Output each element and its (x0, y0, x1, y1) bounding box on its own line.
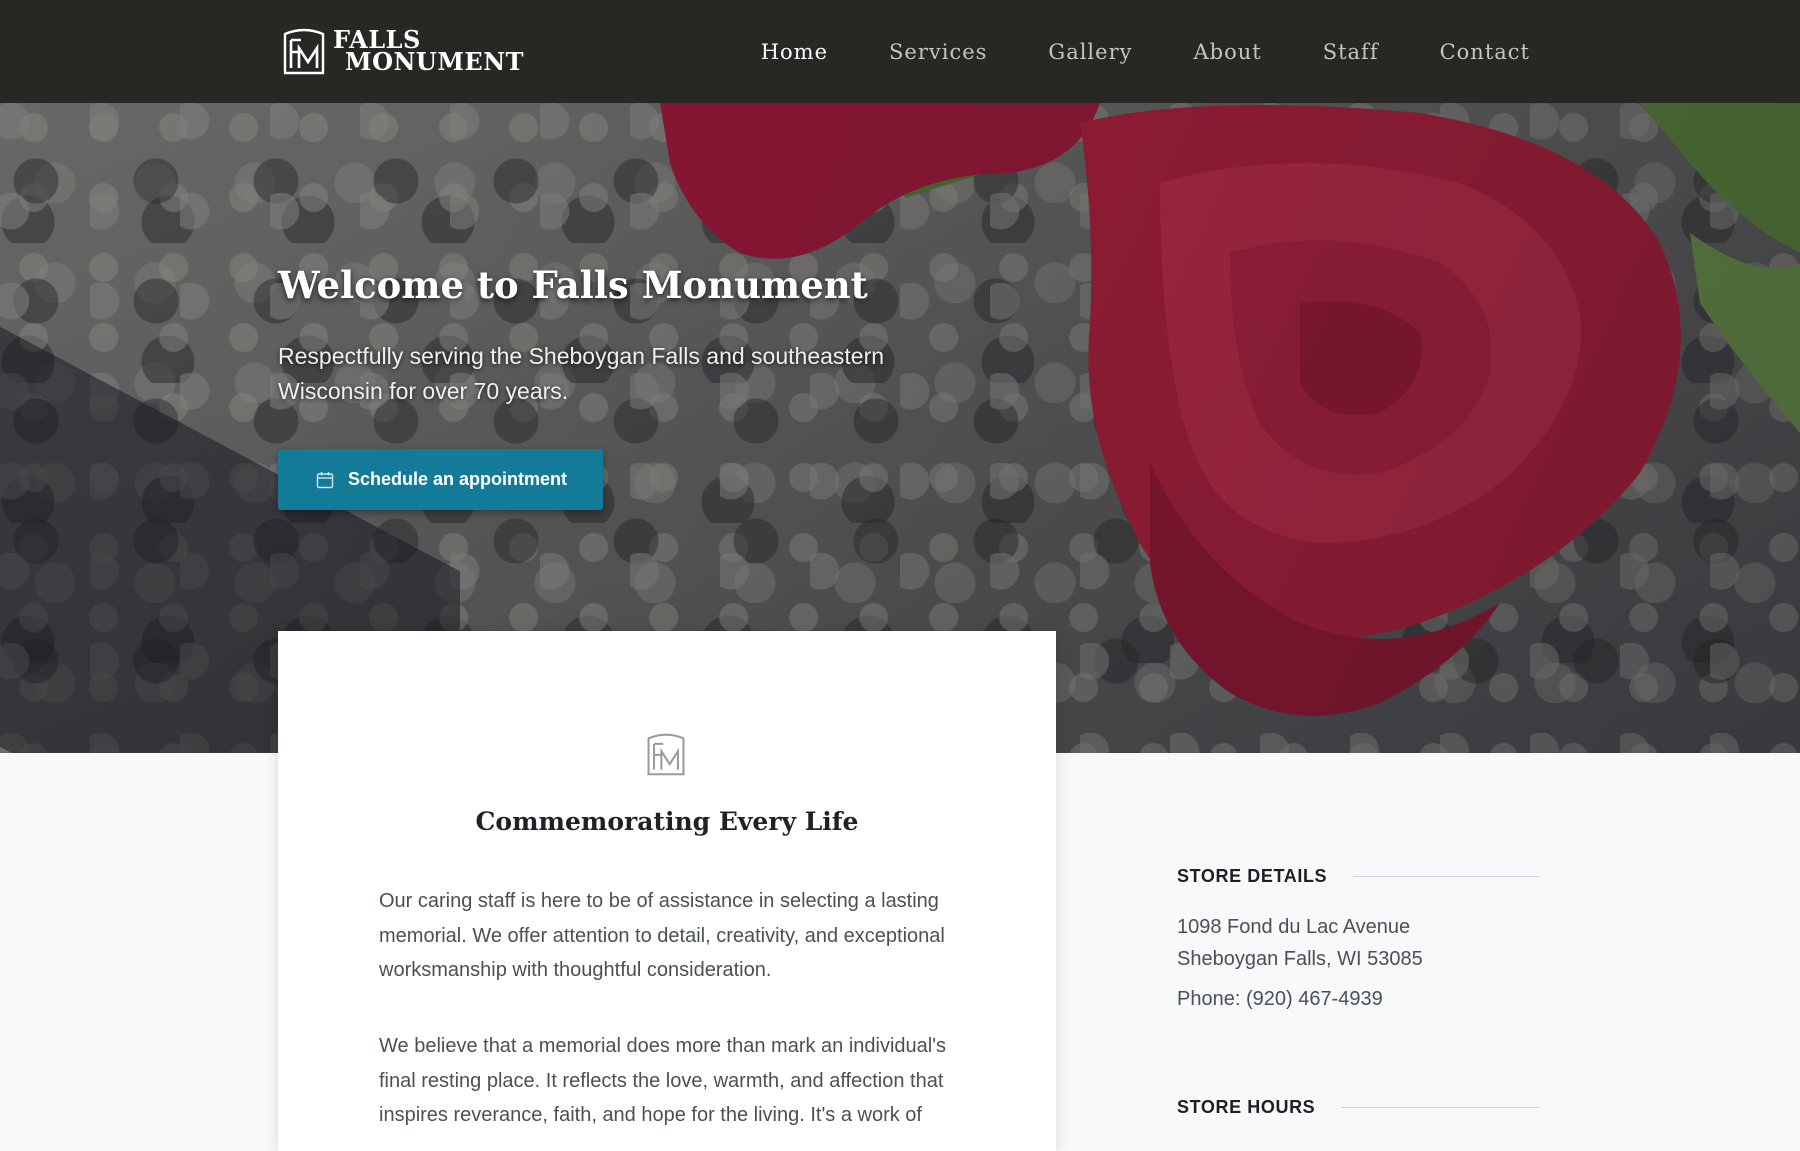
nav-item-contact[interactable]: Contact (1440, 40, 1530, 64)
main-nav: Home Services Gallery About Staff Contac… (761, 0, 1530, 103)
card-title: Commemorating Every Life (475, 807, 859, 836)
heading-divider (1353, 876, 1540, 877)
schedule-appointment-button[interactable]: Schedule an appointment (278, 449, 603, 510)
address-line-2: Sheboygan Falls, WI 53085 (1177, 948, 1423, 970)
top-navbar: FALLS MONUMENT Home Services Gallery Abo… (0, 0, 1800, 103)
address-line-1: 1098 Fond du Lac Avenue (1177, 916, 1411, 938)
phone-number[interactable]: Phone: (920) 467-4939 (1177, 983, 1383, 1015)
hero-subtitle: Respectfully serving the Sheboygan Falls… (278, 343, 885, 404)
nav-item-about[interactable]: About (1193, 40, 1261, 64)
hero-title: Welcome to Falls Monument (278, 263, 868, 307)
schedule-appointment-label: Schedule an appointment (348, 469, 568, 489)
store-details-heading: STORE DETAILS (1177, 866, 1540, 887)
fm-monogram-icon (283, 28, 325, 75)
card-paragraph-1: Our caring staff is here to be of assist… (379, 890, 945, 981)
heading-divider (1341, 1107, 1540, 1108)
nav-item-home[interactable]: Home (761, 40, 828, 64)
fm-emblem-icon (647, 733, 685, 776)
card-paragraph-2: We believe that a memorial does more tha… (379, 1035, 947, 1126)
logo-text-monument: MONUMENT (345, 47, 524, 76)
store-hours-heading: STORE HOURS (1177, 1097, 1540, 1118)
nav-item-gallery[interactable]: Gallery (1048, 40, 1132, 64)
store-details-heading-text: STORE DETAILS (1177, 866, 1328, 886)
store-hours-heading-text: STORE HOURS (1177, 1097, 1316, 1117)
nav-item-staff[interactable]: Staff (1323, 40, 1379, 64)
site-logo[interactable]: FALLS MONUMENT (281, 25, 524, 77)
intro-card: Commemorating Every Life Our caring staf… (278, 631, 1056, 1151)
nav-item-services[interactable]: Services (889, 40, 987, 64)
calendar-icon (316, 471, 334, 488)
